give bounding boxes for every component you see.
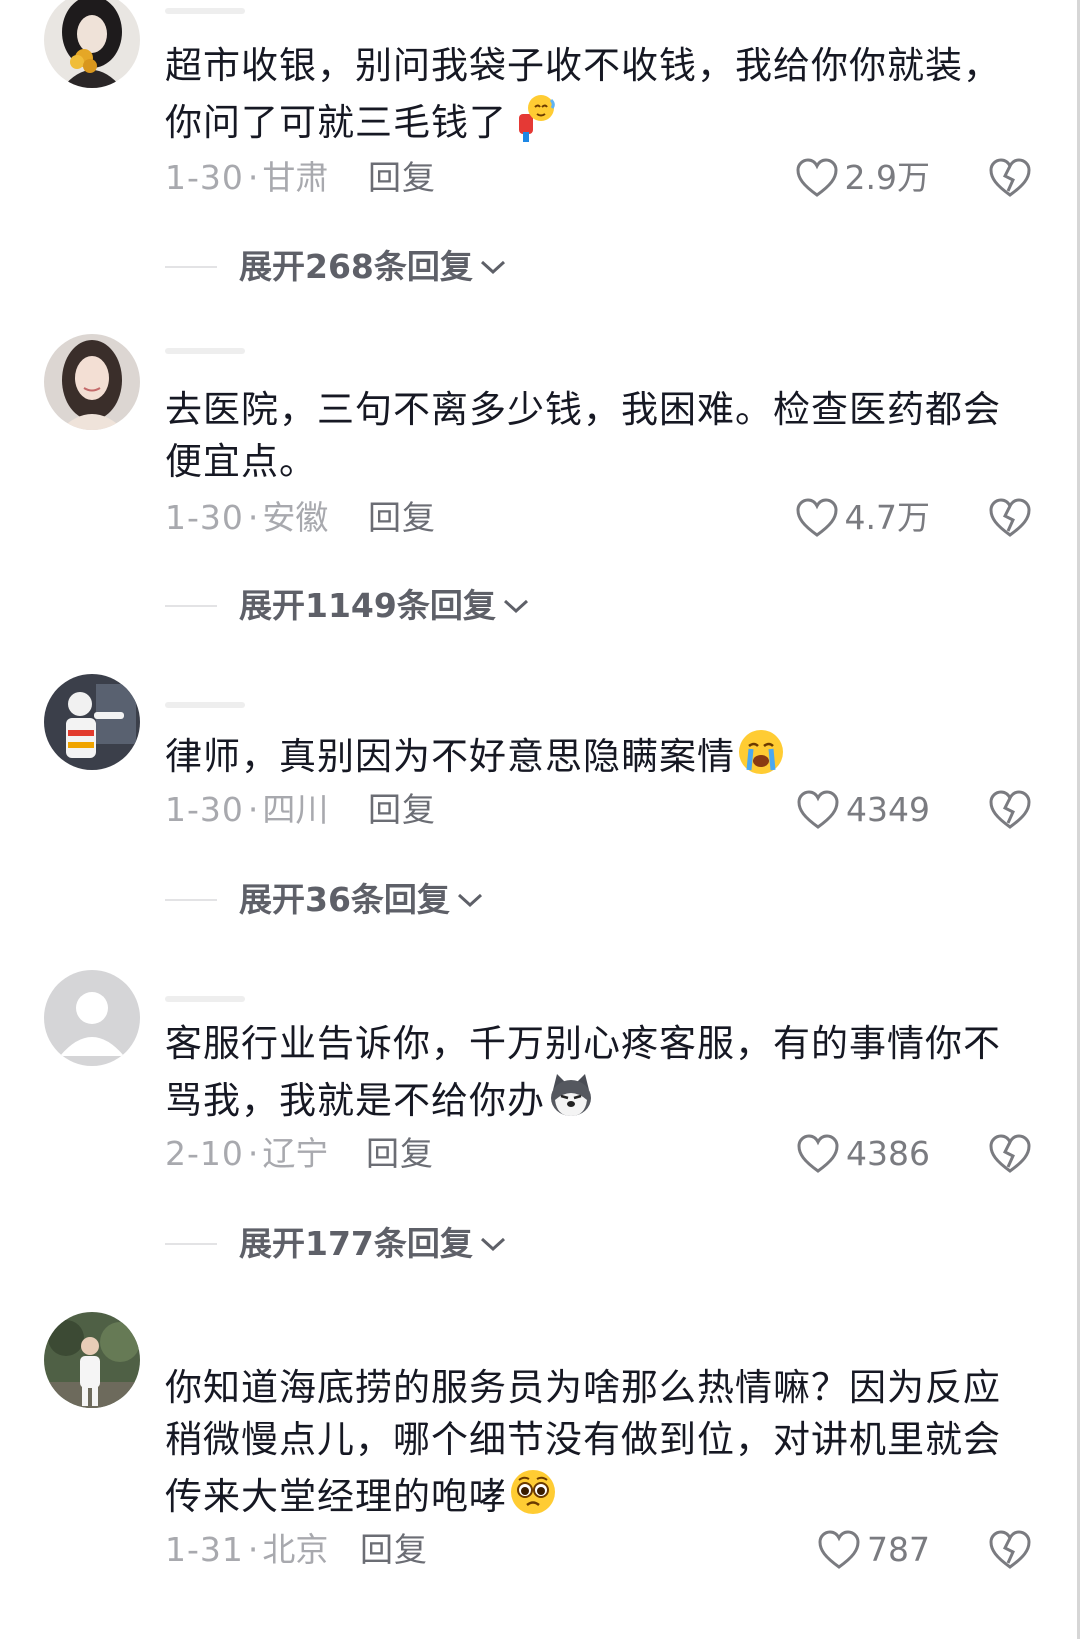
like-button[interactable]: 4.7万: [795, 496, 930, 540]
divider-line: [165, 899, 217, 901]
comment-text: 客服行业告诉你，千万别心疼客服，有的事情你不骂我，我就是不给你办: [165, 1022, 1001, 1122]
comment-date: 2-10: [165, 1134, 244, 1173]
chevron-down-icon: [480, 1237, 505, 1252]
heart-icon: [797, 1134, 839, 1173]
comment-text: 超市收银，别问我袋子收不收钱，我给你你就装，你问了可就三毛钱了: [165, 44, 1001, 144]
crying-emoji-icon: [735, 726, 787, 778]
username-placeholder: [165, 348, 245, 354]
user-avatar[interactable]: [44, 1312, 140, 1408]
like-count: 787: [867, 1530, 930, 1569]
user-avatar[interactable]: [44, 970, 140, 1066]
reply-button[interactable]: 回复: [368, 156, 436, 200]
expand-replies-button[interactable]: 展开36条回复: [165, 878, 484, 922]
dislike-button[interactable]: [988, 1133, 1032, 1175]
heart-icon: [818, 1530, 860, 1569]
default-user-avatar-icon: [44, 970, 140, 1066]
comment-meta: 1-31 · 北京: [165, 1530, 329, 1569]
user-avatar[interactable]: [44, 0, 140, 88]
comment-meta: 2-10 · 辽宁: [165, 1134, 329, 1173]
user-avatar[interactable]: [44, 334, 140, 430]
user-avatar[interactable]: [44, 674, 140, 770]
comment-meta: 1-30 · 四川: [165, 790, 329, 829]
comment-date: 1-30: [165, 498, 244, 537]
like-button[interactable]: 2.9万: [795, 156, 930, 200]
comment-date: 1-30: [165, 158, 244, 197]
husky-dog-emoji-icon: [545, 1070, 597, 1122]
comment-location: 四川: [262, 790, 329, 829]
expand-replies-button[interactable]: 展开177条回复: [165, 1222, 507, 1266]
woman-portrait-avatar-icon: [44, 334, 140, 430]
chevron-down-icon: [480, 260, 505, 275]
comment-location: 北京: [262, 1530, 329, 1569]
reply-button[interactable]: 回复: [366, 1132, 434, 1176]
username-placeholder: [165, 702, 245, 708]
expand-replies-button[interactable]: 展开268条回复: [165, 245, 507, 289]
comment-location: 安徽: [262, 498, 329, 537]
chevron-down-icon: [503, 599, 528, 614]
broken-heart-icon: [989, 790, 1031, 829]
broken-heart-icon: [989, 498, 1031, 537]
like-button[interactable]: 787: [817, 1528, 930, 1572]
dislike-button[interactable]: [988, 1529, 1032, 1571]
broken-heart-icon: [989, 158, 1031, 197]
pleading-emoji-icon: [507, 1466, 559, 1518]
username-placeholder: [165, 996, 245, 1002]
expand-replies-button[interactable]: 展开1149条回复: [165, 584, 530, 628]
like-count: 2.9万: [844, 158, 930, 197]
comment-date: 1-30: [165, 790, 244, 829]
reply-button[interactable]: 回复: [368, 788, 436, 832]
reply-button[interactable]: 回复: [360, 1528, 428, 1572]
like-count: 4386: [846, 1134, 930, 1173]
comment-location: 辽宁: [262, 1134, 329, 1173]
comment-text: 律师，真别因为不好意思隐瞒案情: [165, 726, 1005, 783]
divider-line: [165, 605, 217, 607]
heart-icon: [796, 498, 838, 537]
like-count: 4349: [846, 790, 930, 829]
divider-line: [165, 266, 217, 268]
comment-meta: 1-30 · 甘肃: [165, 158, 329, 197]
traffic-police-avatar-icon: [44, 674, 140, 770]
broken-heart-icon: [989, 1530, 1031, 1569]
man-outdoor-avatar-icon: [44, 1312, 140, 1408]
comment-text: 去医院，三句不离多少钱，我困难。检查医药都会便宜点。: [165, 388, 1001, 483]
comment-text: 你知道海底捞的服务员为啥那么热情嘛？因为反应稍微慢点儿，哪个细节没有做到位，对讲…: [165, 1366, 1001, 1518]
chevron-down-icon: [457, 893, 482, 908]
divider-line: [165, 1243, 217, 1245]
like-button[interactable]: 4349: [796, 788, 930, 832]
comment-date: 1-31: [165, 1530, 244, 1569]
broken-heart-icon: [989, 1134, 1031, 1173]
dislike-button[interactable]: [988, 157, 1032, 199]
like-button[interactable]: 4386: [796, 1132, 930, 1176]
woman-with-flower-avatar-icon: [44, 0, 140, 88]
comment-meta: 1-30 · 安徽: [165, 498, 329, 537]
username-placeholder: [165, 8, 245, 14]
bowing-emoji-icon: [507, 92, 559, 144]
reply-button[interactable]: 回复: [368, 496, 436, 540]
like-count: 4.7万: [844, 498, 930, 537]
heart-icon: [797, 790, 839, 829]
dislike-button[interactable]: [988, 497, 1032, 539]
dislike-button[interactable]: [988, 789, 1032, 831]
heart-icon: [796, 158, 838, 197]
comment-location: 甘肃: [262, 158, 329, 197]
